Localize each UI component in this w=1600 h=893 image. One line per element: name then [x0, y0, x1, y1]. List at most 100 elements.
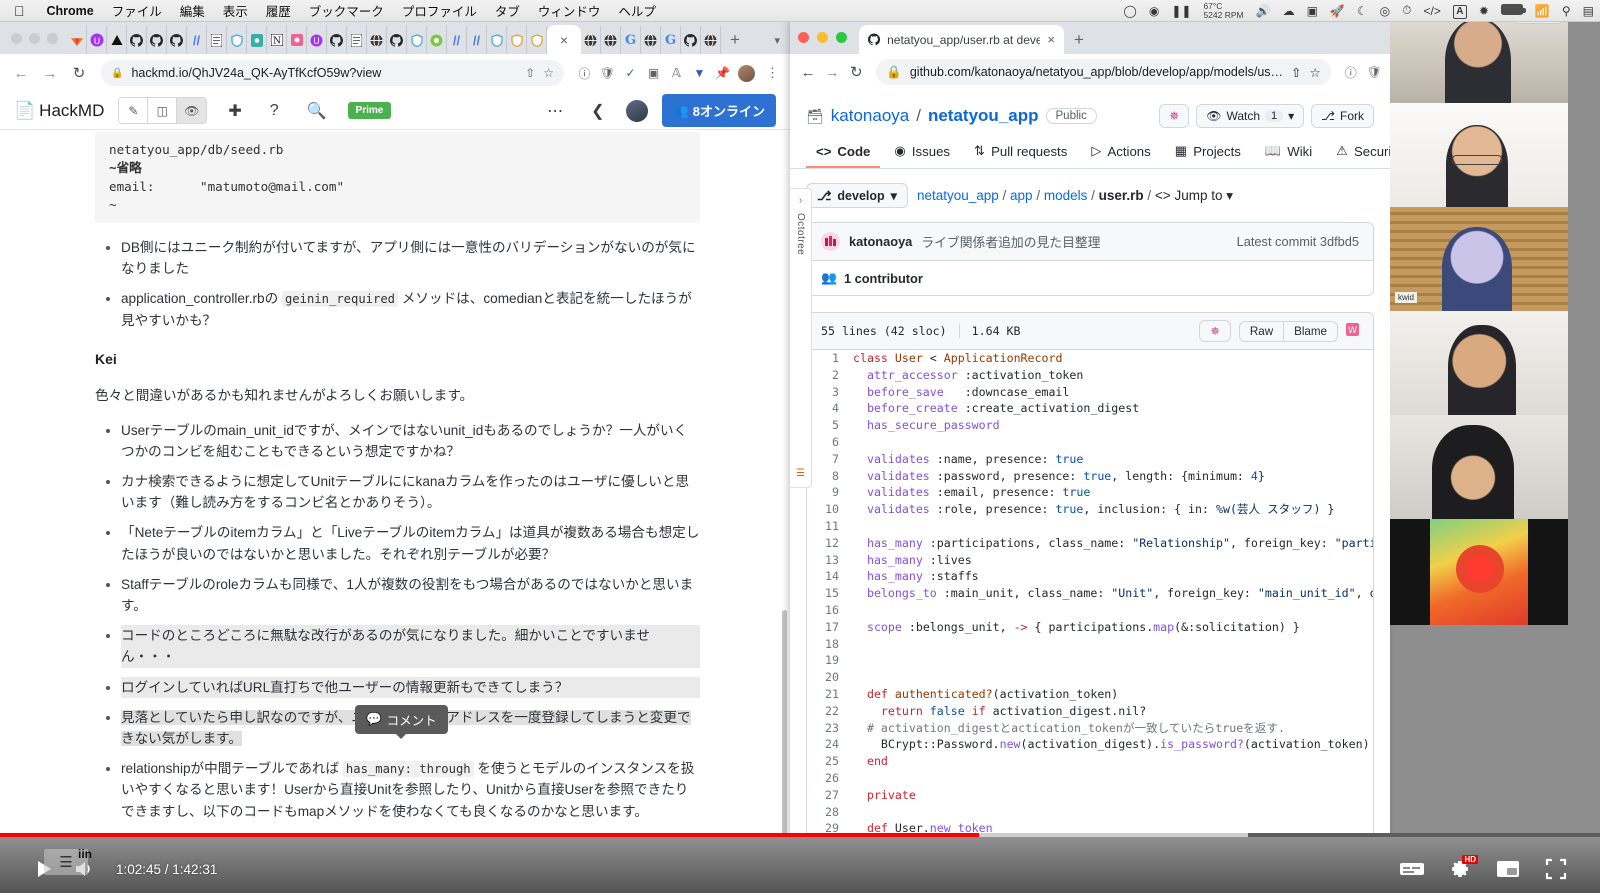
menu-item-tab[interactable]: タブ: [486, 1, 529, 20]
tab-udemy-2[interactable]: U: [307, 26, 327, 54]
forward-button[interactable]: →: [822, 59, 842, 85]
tab-slash-3[interactable]: //: [467, 26, 487, 54]
statusbar-search-icon[interactable]: ⚲: [1556, 4, 1577, 18]
shield-extension-icon[interactable]: 🛡: [1361, 65, 1382, 79]
tab-projects[interactable]: ▦ Projects: [1165, 138, 1251, 168]
document-scrollbar[interactable]: [782, 610, 787, 837]
tab-google-1[interactable]: G: [621, 26, 641, 54]
menu-item-history[interactable]: 履歴: [257, 1, 300, 20]
github-tab[interactable]: netatyou_app/user.rb at develo ×: [859, 25, 1064, 54]
tab-github-3[interactable]: [167, 26, 187, 54]
new-tab-button[interactable]: +: [1064, 25, 1094, 54]
maximize-window-button[interactable]: [47, 32, 58, 44]
statusbar-notification-icon[interactable]: ◉: [1143, 4, 1165, 18]
tab-shield-blue-2[interactable]: [407, 26, 427, 54]
miniplayer-button[interactable]: [1488, 849, 1528, 889]
hackmd-user-avatar[interactable]: [625, 99, 648, 122]
raw-button[interactable]: Raw: [1238, 320, 1285, 342]
contributors-row[interactable]: 👥 1 contributor: [807, 261, 1373, 295]
statusbar-moon-icon[interactable]: ☾: [1351, 4, 1374, 18]
sparkle-button[interactable]: ✵: [1199, 320, 1231, 342]
share-icon[interactable]: ⇧: [1291, 65, 1301, 80]
close-tab-icon[interactable]: ×: [1047, 32, 1055, 47]
tab-doc-1[interactable]: [207, 26, 227, 54]
avatar[interactable]: [821, 232, 840, 251]
tab-teal-badge[interactable]: [247, 26, 267, 54]
apple-icon[interactable]: : [0, 4, 38, 18]
statusbar-shuttle-icon[interactable]: 🚀: [1324, 4, 1351, 18]
statusbar-grid-icon[interactable]: ▣: [1301, 4, 1324, 18]
video-tile-participant-5[interactable]: [1390, 415, 1568, 519]
edit-mode-button[interactable]: ✎: [119, 98, 149, 123]
tab-globe-5[interactable]: [701, 26, 721, 54]
statusbar-pause-icon[interactable]: ❚❚: [1165, 4, 1197, 18]
fork-button[interactable]: ⎇ Fork: [1311, 104, 1374, 128]
chrome-menu-icon[interactable]: ⋮: [763, 65, 782, 81]
forward-button[interactable]: →: [37, 60, 63, 86]
repo-name-link[interactable]: netatyou_app: [928, 106, 1039, 126]
tab-github-4[interactable]: [327, 26, 347, 54]
ellipsis-icon[interactable]: ⋯: [540, 101, 570, 121]
statusbar-input-source-icon[interactable]: A: [1447, 3, 1473, 19]
statusbar-wifi-icon[interactable]: 📶: [1529, 4, 1556, 18]
statusbar-bluetooth-icon[interactable]: ✹: [1473, 4, 1495, 18]
octotree-sidebar[interactable]: › Octotree ☰: [790, 188, 812, 488]
tab-slash-2[interactable]: //: [447, 26, 467, 54]
hackmd-document[interactable]: netatyou_app/db/seed.rb ~省略 email: "matu…: [0, 130, 790, 837]
pin-extension-icon[interactable]: 📌: [715, 66, 730, 81]
tab-list-chevron-icon[interactable]: ▾: [774, 34, 780, 47]
video-tile-participant-6[interactable]: [1390, 519, 1568, 625]
tab-shield-gold-1[interactable]: [507, 26, 527, 54]
filter-extension-icon[interactable]: ▼: [692, 66, 707, 81]
tab-vercel[interactable]: [107, 26, 127, 54]
repo-owner-link[interactable]: katonaoya: [831, 106, 909, 126]
video-tile-participant-2[interactable]: [1390, 103, 1568, 207]
share-icon[interactable]: ⇧: [525, 66, 535, 80]
share-icon[interactable]: ❮: [584, 101, 611, 121]
tab-gitlab[interactable]: [67, 26, 87, 54]
tab-shield-gold-2[interactable]: [527, 26, 547, 54]
tab-globe-2[interactable]: [581, 26, 601, 54]
maximize-window-button[interactable]: [836, 31, 847, 43]
octotree-menu-icon[interactable]: ☰: [796, 468, 805, 479]
branch-selector[interactable]: ⎇ develop ▾: [806, 183, 908, 208]
menu-item-window[interactable]: ウィンドウ: [529, 1, 610, 20]
reload-button[interactable]: ↻: [66, 60, 92, 86]
statusbar-code-icon[interactable]: </>: [1417, 4, 1446, 18]
tab-wiki[interactable]: 📖 Wiki: [1255, 138, 1322, 168]
tab-actions[interactable]: ▷ Actions: [1081, 138, 1160, 168]
commit-sha[interactable]: 3dfbd5: [1320, 234, 1359, 249]
close-window-button[interactable]: [798, 31, 809, 43]
statusbar-record-icon[interactable]: ◎: [1374, 4, 1396, 18]
tab-github-1[interactable]: [127, 26, 147, 54]
menu-item-file[interactable]: ファイル: [103, 1, 171, 20]
tab-shield-blue-1[interactable]: [227, 26, 247, 54]
menu-item-bookmarks[interactable]: ブックマーク: [300, 1, 393, 20]
chevron-down-icon[interactable]: ▾: [1288, 109, 1294, 123]
statusbar-clock-icon[interactable]: ⏱: [1396, 3, 1417, 18]
jump-to-button[interactable]: <> Jump to ▾: [1155, 188, 1233, 203]
translate-extension-icon[interactable]: 𝔸: [669, 66, 684, 81]
question-icon[interactable]: ?: [263, 102, 286, 120]
back-button[interactable]: ←: [798, 59, 818, 85]
tab-globe-4[interactable]: [641, 26, 661, 54]
tab-green-circle[interactable]: [427, 26, 447, 54]
menu-item-view[interactable]: 表示: [214, 1, 257, 20]
info-extension-icon[interactable]: ⓘ: [1341, 64, 1357, 81]
close-window-button[interactable]: [11, 32, 22, 44]
settings-button[interactable]: HD: [1440, 849, 1480, 889]
tab-security[interactable]: ⚠ Securit: [1326, 138, 1390, 168]
breadcrumb-repo[interactable]: netatyou_app: [917, 188, 999, 203]
address-bar[interactable]: 🔒 hackmd.io/QhJV24a_QK-AyTfKcfO59w?view …: [101, 60, 564, 86]
hackmd-logo[interactable]: 📄 HackMD: [14, 101, 104, 121]
video-progress-bar[interactable]: [0, 833, 1600, 837]
tab-udemy[interactable]: U: [87, 26, 107, 54]
commit-author[interactable]: katonaoya: [849, 234, 912, 249]
menu-item-help[interactable]: ヘルプ: [609, 1, 665, 20]
grammarly-extension-icon[interactable]: ✓: [623, 66, 638, 81]
sponsor-button[interactable]: ✵: [1159, 104, 1190, 128]
breadcrumb-models[interactable]: models: [1044, 188, 1088, 203]
tab-globe-3[interactable]: [601, 26, 621, 54]
tab-google-2[interactable]: G: [661, 26, 681, 54]
menu-item-profiles[interactable]: プロファイル: [393, 1, 486, 20]
